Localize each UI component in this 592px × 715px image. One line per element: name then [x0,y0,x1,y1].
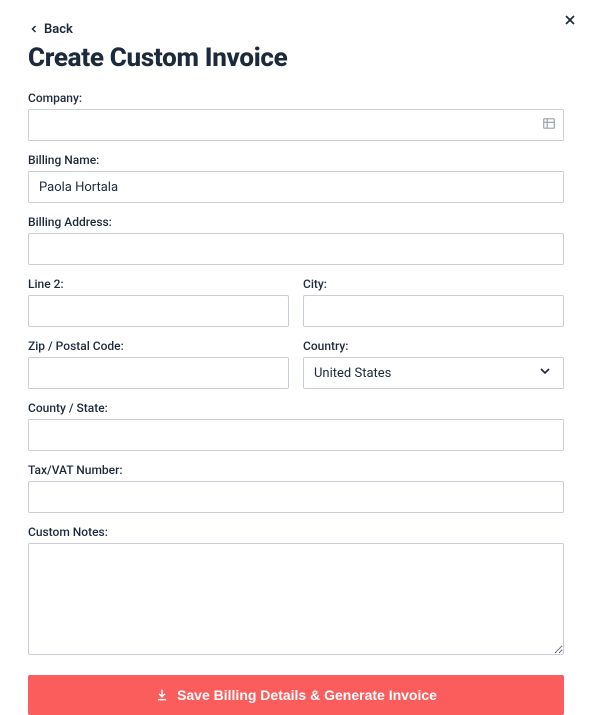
line2-input[interactable] [28,295,289,327]
tax-vat-label: Tax/VAT Number: [28,463,564,477]
back-label: Back [44,22,73,37]
save-generate-label: Save Billing Details & Generate Invoice [177,687,437,703]
custom-notes-label: Custom Notes: [28,525,564,539]
close-button[interactable] [562,12,578,28]
page-title: Create Custom Invoice [28,43,564,73]
billing-address-label: Billing Address: [28,215,564,229]
save-generate-button[interactable]: Save Billing Details & Generate Invoice [28,675,564,715]
billing-name-input[interactable] [28,171,564,203]
chevron-left-icon [28,23,40,35]
country-label: Country: [303,339,564,353]
download-icon [155,688,169,702]
back-button[interactable]: Back [28,22,73,37]
custom-notes-input[interactable] [28,543,564,655]
city-label: City: [303,277,564,291]
billing-address-input[interactable] [28,233,564,265]
county-state-label: County / State: [28,401,564,415]
tax-vat-input[interactable] [28,481,564,513]
country-value: United States [314,366,391,381]
chevron-down-icon [537,363,553,383]
city-input[interactable] [303,295,564,327]
county-state-input[interactable] [28,419,564,451]
zip-input[interactable] [28,357,289,389]
zip-label: Zip / Postal Code: [28,339,289,353]
company-label: Company: [28,91,564,105]
company-input[interactable] [28,109,564,141]
billing-name-label: Billing Name: [28,153,564,167]
line2-label: Line 2: [28,277,289,291]
country-select[interactable]: United States [303,357,564,389]
close-icon [562,12,578,28]
